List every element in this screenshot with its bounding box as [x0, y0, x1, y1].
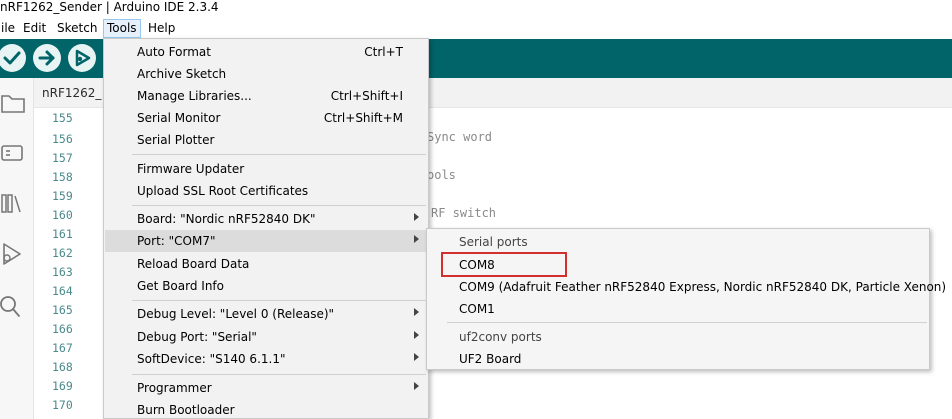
line-number: 164: [52, 284, 73, 298]
line-number: 155: [52, 111, 73, 125]
boards-manager-icon[interactable]: [0, 140, 30, 166]
menu-item-get-board-info[interactable]: Get Board Info: [105, 275, 427, 297]
tools-menu: Auto Format Ctrl+T Archive Sketch Manage…: [103, 38, 429, 419]
menu-item-label: Firmware Updater: [137, 162, 245, 176]
menu-item-serial-plotter[interactable]: Serial Plotter: [105, 129, 427, 151]
debug-button[interactable]: [68, 44, 96, 72]
menu-item-label: Debug Port: "Serial": [137, 330, 257, 344]
check-icon: [3, 51, 21, 65]
menu-tools[interactable]: Tools: [103, 19, 141, 38]
line-number: 157: [52, 151, 73, 165]
chevron-right-icon: [414, 382, 419, 390]
arrow-right-icon: [38, 50, 55, 66]
chevron-right-icon: [414, 235, 419, 243]
port-item-uf2-board[interactable]: UF2 Board: [428, 348, 928, 370]
sidebar: [0, 78, 34, 419]
shortcut-label: Ctrl+T: [364, 45, 403, 59]
menu-file[interactable]: ile: [0, 19, 18, 38]
line-number: 156: [52, 132, 73, 146]
menu-item-debug-level[interactable]: Debug Level: "Level 0 (Release)": [105, 303, 427, 325]
port-item-com9[interactable]: COM9 (Adafruit Feather nRF52840 Express,…: [428, 276, 946, 298]
menu-help[interactable]: Help: [145, 19, 178, 38]
line-number: 165: [52, 303, 73, 317]
menu-item-serial-monitor[interactable]: Serial Monitor Ctrl+Shift+M: [105, 107, 427, 129]
uf2conv-ports-header: uf2conv ports: [459, 330, 542, 344]
code-comment: RF switch: [431, 206, 497, 220]
line-number: 168: [52, 360, 73, 374]
window-title: nRF1262_Sender | Arduino IDE 2.3.4: [0, 0, 219, 14]
line-number: 161: [52, 227, 73, 241]
menu-item-label: Burn Bootloader: [137, 403, 235, 417]
menu-separator: [447, 322, 927, 323]
menu-item-manage-libraries[interactable]: Manage Libraries... Ctrl+Shift+I: [105, 85, 427, 107]
menu-item-board[interactable]: Board: "Nordic nRF52840 DK": [105, 208, 427, 230]
chevron-right-icon: [414, 308, 419, 316]
menu-item-label: Get Board Info: [137, 279, 224, 293]
menu-item-label: Programmer: [137, 381, 212, 395]
port-submenu: Serial ports COM8 COM9 (Adafruit Feather…: [426, 228, 946, 370]
menu-item-label: Manage Libraries...: [137, 89, 252, 103]
menu-item-auto-format[interactable]: Auto Format Ctrl+T: [105, 41, 427, 63]
port-item-label: COM1: [459, 302, 495, 316]
menu-sketch[interactable]: Sketch: [54, 19, 100, 38]
line-number: 169: [52, 379, 73, 393]
line-number: 170: [52, 398, 73, 412]
line-number: 158: [52, 170, 73, 184]
menu-item-label: Serial Plotter: [137, 133, 215, 147]
menu-separator: [132, 154, 426, 155]
chevron-right-icon: [414, 353, 419, 361]
menu-item-label: Board: "Nordic nRF52840 DK": [137, 212, 316, 226]
menu-bar: ile Edit Sketch Tools Help: [0, 18, 952, 39]
menu-item-archive-sketch[interactable]: Archive Sketch: [105, 63, 427, 85]
menu-separator: [132, 205, 426, 206]
menu-item-programmer[interactable]: Programmer: [105, 377, 427, 399]
chevron-right-icon: [414, 331, 419, 339]
menu-item-label: Port: "COM7": [137, 234, 216, 248]
menu-edit[interactable]: Edit: [20, 19, 49, 38]
menu-item-debug-port[interactable]: Debug Port: "Serial": [105, 326, 427, 348]
menu-separator: [132, 300, 426, 301]
serial-ports-header: Serial ports: [459, 235, 528, 249]
code-comment: Sync word: [427, 130, 493, 144]
menu-item-softdevice[interactable]: SoftDevice: "S140 6.1.1": [105, 348, 427, 370]
port-item-label: COM9 (Adafruit Feather nRF52840 Express,…: [459, 280, 947, 294]
verify-button[interactable]: [0, 44, 26, 72]
sketchbook-folder-icon[interactable]: [0, 90, 30, 116]
menu-item-label: Serial Monitor: [137, 111, 221, 125]
chevron-right-icon: [414, 213, 419, 221]
line-number: 160: [52, 208, 73, 222]
menu-item-label: Auto Format: [137, 45, 211, 59]
shortcut-label: Ctrl+Shift+I: [330, 89, 403, 103]
menu-item-label: Reload Board Data: [137, 257, 250, 271]
line-number: 162: [52, 246, 73, 260]
menu-item-upload-ssl[interactable]: Upload SSL Root Certificates: [105, 180, 427, 202]
menu-item-reload-board-data[interactable]: Reload Board Data: [105, 253, 427, 275]
line-number: 166: [52, 322, 73, 336]
menu-item-firmware-updater[interactable]: Firmware Updater: [105, 158, 427, 180]
menu-item-label: Archive Sketch: [137, 67, 227, 81]
debug-panel-icon[interactable]: [0, 240, 30, 270]
port-item-com1[interactable]: COM1: [428, 298, 928, 320]
menu-item-label: SoftDevice: "S140 6.1.1": [137, 352, 286, 366]
highlight-box: [441, 252, 567, 277]
shortcut-label: Ctrl+Shift+M: [323, 111, 403, 125]
upload-button[interactable]: [33, 44, 61, 72]
menu-item-label: Upload SSL Root Certificates: [137, 184, 309, 198]
search-icon[interactable]: [0, 292, 30, 322]
tab-sketch[interactable]: nRF1262_: [42, 86, 101, 100]
debug-icon: [75, 49, 91, 67]
menu-item-burn-bootloader[interactable]: Burn Bootloader: [105, 399, 427, 419]
code-comment: ools: [427, 168, 456, 182]
port-item-label: UF2 Board: [459, 352, 522, 366]
menu-item-label: Debug Level: "Level 0 (Release)": [137, 307, 335, 321]
library-manager-icon[interactable]: [0, 190, 30, 216]
line-number: 167: [52, 341, 73, 355]
line-number: 159: [52, 189, 73, 203]
menu-item-port[interactable]: Port: "COM7": [105, 230, 427, 252]
line-number: 163: [52, 265, 73, 279]
title-bar: nRF1262_Sender | Arduino IDE 2.3.4: [0, 0, 952, 18]
menu-separator: [132, 374, 426, 375]
